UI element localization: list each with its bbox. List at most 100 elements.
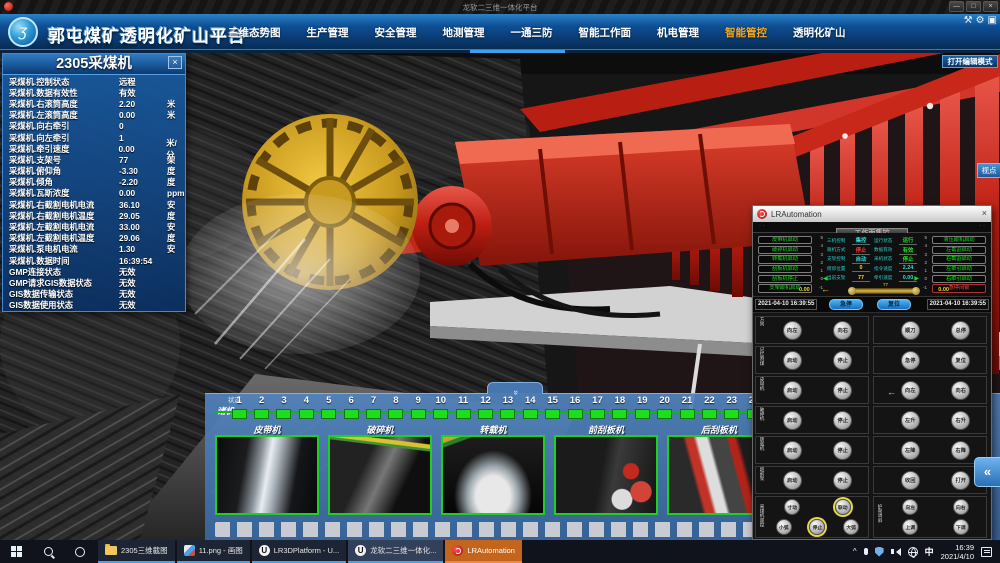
taskbar-app[interactable]: 龙软二三维一体化... xyxy=(348,540,443,563)
control-button[interactable]: 右升 xyxy=(951,411,970,430)
minimize-button[interactable]: — xyxy=(949,1,964,12)
nav-menu-item[interactable]: 一通三防 xyxy=(511,25,553,40)
control-button[interactable]: 停止 xyxy=(833,381,852,400)
control-button[interactable]: 启动 xyxy=(783,411,802,430)
control-button[interactable]: 下调 xyxy=(953,519,969,535)
control-button[interactable]: 总停 xyxy=(951,321,970,340)
gear-icon[interactable]: ⚙ xyxy=(976,15,985,26)
support-indicator[interactable]: 4 xyxy=(295,395,317,424)
control-button[interactable]: 向左 xyxy=(783,321,802,340)
support-indicator[interactable]: 6 xyxy=(340,395,362,424)
lrautomation-titlebar[interactable]: LRAutomation × xyxy=(753,206,991,222)
machine-start-button[interactable]: 刮板机停止 xyxy=(758,275,812,283)
support-indicator[interactable]: 15 xyxy=(541,395,563,424)
taskbar-app[interactable]: 2305三维截图 xyxy=(98,540,175,563)
shearer-panel-header[interactable]: 2305采煤机 × xyxy=(3,54,185,75)
support-indicator[interactable]: 19 xyxy=(631,395,653,424)
machine-start-button[interactable]: 转载机启动 xyxy=(758,255,812,263)
camera-thumbnail[interactable] xyxy=(328,435,432,515)
control-button[interactable]: 向左 xyxy=(902,499,918,515)
search-button[interactable] xyxy=(32,540,64,563)
control-button[interactable]: 启动 xyxy=(783,471,802,490)
control-button[interactable]: 寸动 xyxy=(784,499,800,515)
control-button[interactable]: 启动 xyxy=(783,381,802,400)
support-indicator[interactable]: 1 xyxy=(228,395,250,424)
camera-thumbnail[interactable] xyxy=(554,435,658,515)
close-button[interactable]: × xyxy=(983,1,998,12)
machine-start-button[interactable]: 皮带机启动 xyxy=(758,236,812,244)
camera-thumbnail[interactable] xyxy=(215,435,319,515)
support-indicator[interactable]: 22 xyxy=(698,395,720,424)
nav-menu-item[interactable]: 透明化矿山 xyxy=(793,25,846,40)
control-button[interactable]: 顺刀 xyxy=(901,321,920,340)
support-indicator[interactable]: 12 xyxy=(474,395,496,424)
close-icon[interactable]: × xyxy=(168,56,182,69)
control-button[interactable]: 停止 xyxy=(833,411,852,430)
control-button[interactable]: 打开 xyxy=(951,471,970,490)
viewpoint-tab[interactable]: 视点 xyxy=(977,163,1000,178)
tray-expand-icon[interactable]: ^ xyxy=(853,547,857,556)
network-globe-icon[interactable] xyxy=(908,547,918,557)
machine-start-button[interactable]: 左牵引启动 xyxy=(932,265,986,273)
support-indicator[interactable]: 2 xyxy=(250,395,272,424)
control-button[interactable]: 左升 xyxy=(901,411,920,430)
control-button[interactable]: 向左 xyxy=(901,381,920,400)
taskbar-app[interactable]: LR3DPlatform - U... xyxy=(252,540,346,563)
machine-start-button[interactable]: 破碎机启动 xyxy=(758,246,812,254)
support-indicator[interactable]: 17 xyxy=(586,395,608,424)
start-button[interactable] xyxy=(0,540,32,563)
control-button[interactable]: 停止 xyxy=(809,519,825,535)
cortana-button[interactable] xyxy=(64,540,96,563)
ime-indicator[interactable]: 中 xyxy=(925,545,934,558)
machine-start-button[interactable]: 刮板机启动 xyxy=(758,265,812,273)
collapse-left-button[interactable]: « xyxy=(974,457,1000,487)
control-button[interactable]: 复位 xyxy=(951,351,970,370)
traction-slider[interactable]: 0.00 ← 77 0.00 xyxy=(799,285,949,296)
window-titlebar[interactable]: 龙软二三维一体化平台 — □ × xyxy=(0,0,1000,14)
control-button[interactable]: 联动 xyxy=(835,499,851,515)
camera-thumbnail[interactable] xyxy=(441,435,545,515)
control-button[interactable]: 停止 xyxy=(833,441,852,460)
control-button[interactable]: 启动 xyxy=(783,441,802,460)
support-indicator[interactable]: 13 xyxy=(497,395,519,424)
emergency-stop-button[interactable]: 急停 xyxy=(829,299,863,310)
support-indicator[interactable]: 14 xyxy=(519,395,541,424)
nav-menu-item[interactable]: 智能工作面 xyxy=(579,25,632,40)
support-indicator[interactable]: 10 xyxy=(430,395,452,424)
nav-menu-item[interactable]: 安全管理 xyxy=(375,25,417,40)
support-indicator[interactable]: 23 xyxy=(721,395,743,424)
nav-menu-item[interactable]: 机电管理 xyxy=(657,25,699,40)
control-button[interactable]: 大弧 xyxy=(843,519,859,535)
control-button[interactable]: 右降 xyxy=(951,441,970,460)
support-indicator[interactable]: 7 xyxy=(362,395,384,424)
panel-collapse-tab[interactable]: « xyxy=(487,382,543,394)
slider-capsule[interactable] xyxy=(851,288,917,294)
control-button[interactable]: 向右 xyxy=(951,381,970,400)
machine-start-button[interactable]: 左截割启动 xyxy=(932,246,986,254)
support-indicator[interactable]: 8 xyxy=(385,395,407,424)
control-button[interactable]: 向右 xyxy=(953,499,969,515)
support-indicator[interactable]: 20 xyxy=(653,395,675,424)
control-button[interactable]: 向右 xyxy=(833,321,852,340)
machine-start-button[interactable]: 右牵引启动 xyxy=(932,275,986,283)
microphone-icon[interactable] xyxy=(864,548,868,555)
control-button[interactable]: 收回 xyxy=(901,471,920,490)
control-button[interactable]: 上调 xyxy=(902,519,918,535)
support-indicator[interactable]: 16 xyxy=(564,395,586,424)
support-indicator[interactable]: 5 xyxy=(318,395,340,424)
tools-icon[interactable]: ⚒ xyxy=(964,15,973,26)
nav-menu-item[interactable]: 地测管理 xyxy=(443,25,485,40)
camera-filmstrip[interactable] xyxy=(215,522,755,537)
control-button[interactable]: 左降 xyxy=(901,441,920,460)
support-indicator[interactable]: 21 xyxy=(676,395,698,424)
machine-start-button[interactable]: 液压跟机启动 xyxy=(932,236,986,244)
control-button[interactable]: 急停 xyxy=(901,351,920,370)
support-indicator[interactable]: 11 xyxy=(452,395,474,424)
support-indicator[interactable]: 3 xyxy=(273,395,295,424)
machine-start-button[interactable]: 右截割启动 xyxy=(932,255,986,263)
control-button[interactable]: 停止 xyxy=(833,471,852,490)
restore-window-icon[interactable]: ▣ xyxy=(988,15,997,26)
close-icon[interactable]: × xyxy=(982,208,987,218)
nav-menu-item[interactable]: 三维态势图 xyxy=(228,25,281,40)
nav-menu-item[interactable]: 生产管理 xyxy=(307,25,349,40)
